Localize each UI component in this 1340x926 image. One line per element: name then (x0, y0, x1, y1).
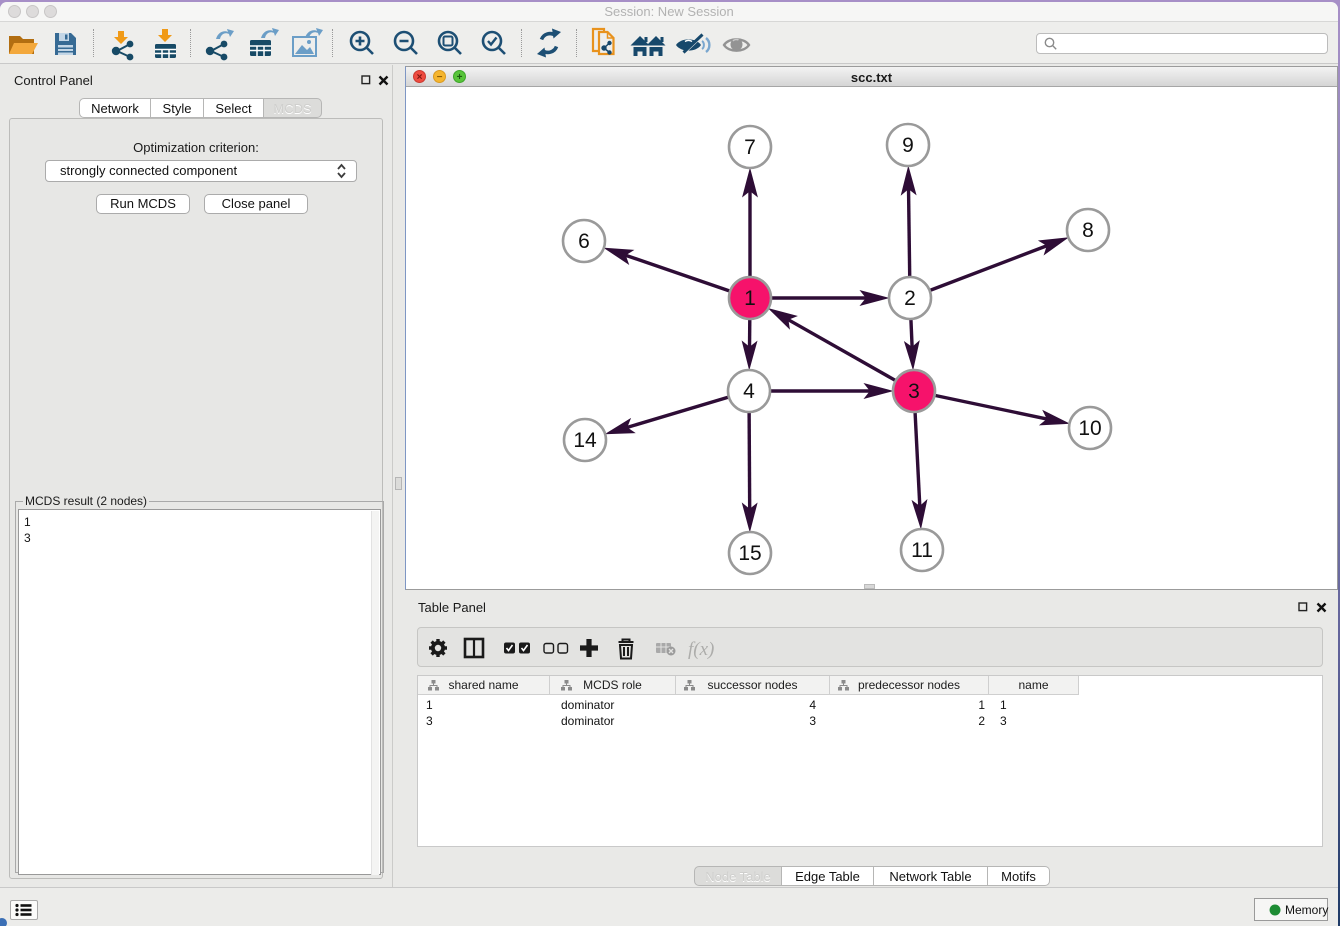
svg-text:2: 2 (904, 287, 916, 310)
svg-text:14: 14 (573, 429, 597, 452)
svg-text:10: 10 (1078, 417, 1101, 440)
svg-text:9: 9 (902, 134, 914, 157)
svg-text:1: 1 (744, 287, 756, 310)
svg-text:3: 3 (908, 380, 920, 403)
svg-text:11: 11 (911, 539, 933, 562)
svg-text:6: 6 (578, 230, 590, 253)
svg-text:15: 15 (738, 542, 761, 565)
svg-text:f(x): f(x) (688, 639, 714, 660)
svg-text:7: 7 (744, 136, 756, 159)
svg-text:8: 8 (1082, 219, 1094, 242)
svg-text:4: 4 (743, 380, 755, 403)
